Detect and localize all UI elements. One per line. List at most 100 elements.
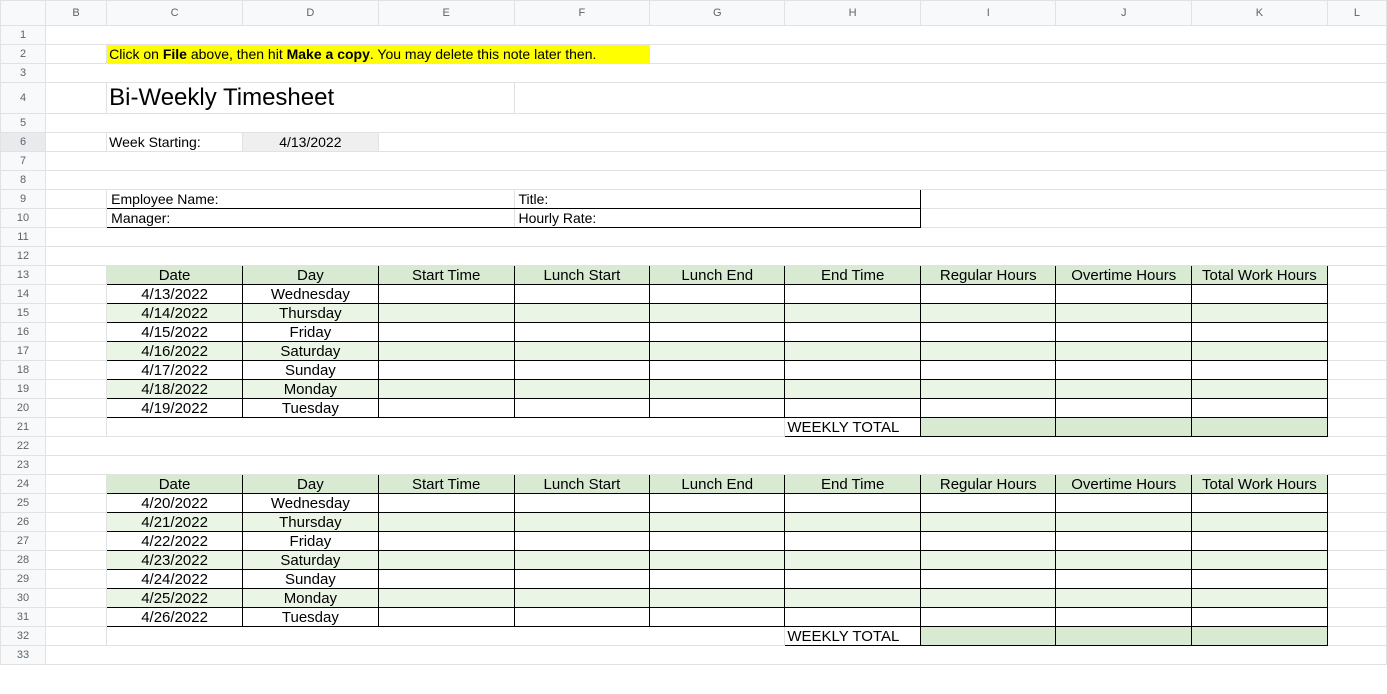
cell[interactable] (46, 26, 1387, 45)
cell[interactable] (46, 83, 107, 114)
row-header-6[interactable]: 6 (1, 133, 46, 152)
w1-day[interactable]: Friday (242, 323, 378, 342)
cell[interactable] (1327, 285, 1386, 304)
cell[interactable] (378, 608, 514, 627)
cell[interactable] (46, 171, 1387, 190)
w2-date[interactable]: 4/23/2022 (107, 551, 243, 570)
cell[interactable] (378, 551, 514, 570)
th-date[interactable]: Date (107, 475, 243, 494)
cell[interactable] (514, 570, 650, 589)
cell[interactable] (46, 247, 1387, 266)
hourly-rate-label[interactable]: Hourly Rate: (514, 209, 921, 228)
cell[interactable] (46, 266, 107, 285)
cell[interactable] (378, 304, 514, 323)
cell[interactable] (785, 589, 921, 608)
w1-tot[interactable] (1192, 285, 1328, 304)
cell[interactable] (650, 608, 785, 627)
th-day[interactable]: Day (242, 266, 378, 285)
row-header-24[interactable]: 24 (1, 475, 46, 494)
row-header-1[interactable]: 1 (1, 26, 46, 45)
col-header-G[interactable]: G (650, 1, 785, 26)
cell[interactable] (378, 570, 514, 589)
cell[interactable] (1327, 399, 1386, 418)
col-header-B[interactable]: B (46, 1, 107, 26)
weekly-total-label[interactable]: WEEKLY TOTAL (785, 627, 921, 646)
cell[interactable] (1192, 399, 1328, 418)
cell[interactable] (1327, 494, 1386, 513)
weekly-total-ot[interactable] (1056, 627, 1192, 646)
row-header-5[interactable]: 5 (1, 114, 46, 133)
w1-ls[interactable] (514, 285, 650, 304)
cell[interactable] (46, 133, 107, 152)
spreadsheet-grid[interactable]: B C D E F G H I J K L 1 2 Click on File … (0, 0, 1387, 665)
w2-day[interactable]: Friday (242, 532, 378, 551)
cell[interactable] (1327, 475, 1386, 494)
th-day[interactable]: Day (242, 475, 378, 494)
cell[interactable] (785, 342, 921, 361)
cell[interactable] (1192, 570, 1328, 589)
row-header-13[interactable]: 13 (1, 266, 46, 285)
instruction-note[interactable]: Click on File above, then hit Make a cop… (107, 45, 650, 64)
cell[interactable] (650, 589, 785, 608)
w2-day[interactable]: Monday (242, 589, 378, 608)
w1-reg[interactable] (921, 285, 1056, 304)
cell[interactable] (378, 513, 514, 532)
row-header-4[interactable]: 4 (1, 83, 46, 114)
cell[interactable] (785, 608, 921, 627)
th-start[interactable]: Start Time (378, 475, 514, 494)
cell[interactable] (1192, 361, 1328, 380)
col-header-D[interactable]: D (242, 1, 378, 26)
cell[interactable] (107, 627, 785, 646)
title-label[interactable]: Title: (514, 190, 921, 209)
w2-date[interactable]: 4/24/2022 (107, 570, 243, 589)
manager-label[interactable]: Manager: (107, 209, 514, 228)
w1-date[interactable]: 4/18/2022 (107, 380, 243, 399)
cell[interactable] (378, 342, 514, 361)
cell[interactable] (378, 133, 1386, 152)
cell[interactable] (514, 342, 650, 361)
cell[interactable] (1327, 513, 1386, 532)
cell[interactable] (514, 380, 650, 399)
cell[interactable] (1192, 532, 1328, 551)
cell[interactable] (785, 570, 921, 589)
col-header-F[interactable]: F (514, 1, 650, 26)
cell[interactable] (1056, 323, 1192, 342)
cell[interactable] (378, 399, 514, 418)
cell[interactable] (378, 361, 514, 380)
cell[interactable] (785, 551, 921, 570)
cell[interactable] (650, 45, 1387, 64)
th-lunch-end[interactable]: Lunch End (650, 475, 785, 494)
cell[interactable] (650, 342, 785, 361)
cell[interactable] (1056, 551, 1192, 570)
weekly-total-label[interactable]: WEEKLY TOTAL (785, 418, 921, 437)
th-start[interactable]: Start Time (378, 266, 514, 285)
cell[interactable] (921, 589, 1056, 608)
cell[interactable] (1056, 589, 1192, 608)
cell[interactable] (1327, 342, 1386, 361)
row-header-27[interactable]: 27 (1, 532, 46, 551)
row-header-28[interactable]: 28 (1, 551, 46, 570)
th-lunch-start[interactable]: Lunch Start (514, 266, 650, 285)
row-header-15[interactable]: 15 (1, 304, 46, 323)
cell[interactable] (1327, 551, 1386, 570)
cell[interactable] (921, 570, 1056, 589)
row-header-33[interactable]: 33 (1, 646, 46, 665)
cell[interactable] (921, 532, 1056, 551)
th-total[interactable]: Total Work Hours (1192, 266, 1328, 285)
cell[interactable] (46, 45, 107, 64)
w1-date[interactable]: 4/15/2022 (107, 323, 243, 342)
w2-day[interactable]: Sunday (242, 570, 378, 589)
th-lunch-end[interactable]: Lunch End (650, 266, 785, 285)
cell[interactable] (650, 551, 785, 570)
col-header-C[interactable]: C (107, 1, 243, 26)
weekly-total-sum[interactable] (1192, 418, 1328, 437)
cell[interactable] (46, 361, 107, 380)
row-header-23[interactable]: 23 (1, 456, 46, 475)
cell[interactable] (514, 304, 650, 323)
row-header-18[interactable]: 18 (1, 361, 46, 380)
col-header-E[interactable]: E (378, 1, 514, 26)
cell[interactable] (1192, 589, 1328, 608)
row-header-25[interactable]: 25 (1, 494, 46, 513)
w1-day[interactable]: Thursday (242, 304, 378, 323)
cell[interactable] (785, 399, 921, 418)
